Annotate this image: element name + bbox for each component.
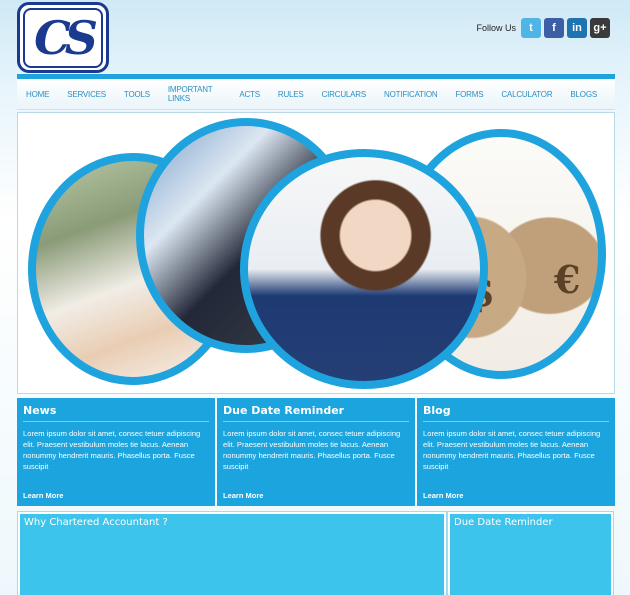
nav-item-rules[interactable]: RULES [278, 90, 304, 99]
blog-title: Blog [423, 404, 609, 422]
news-box: News Lorem ipsum dolor sit amet, consec … [17, 398, 215, 506]
nav-item-circulars[interactable]: CIRCULARS [322, 90, 367, 99]
nav-item-notification[interactable]: NOTIFICATION [384, 90, 438, 99]
blog-text: Lorem ipsum dolor sit amet, consec tetue… [423, 429, 601, 471]
nav-item-home[interactable]: HOME [26, 90, 49, 99]
blog-box: Blog Lorem ipsum dolor sit amet, consec … [417, 398, 615, 506]
due-date-reminder-title: Due Date Reminder [454, 517, 553, 528]
due-date-learn-more-link[interactable]: Learn More [223, 491, 263, 500]
info-boxes: News Lorem ipsum dolor sit amet, consec … [17, 398, 615, 506]
why-ca-title: Why Chartered Accountant ? [24, 517, 168, 528]
main-nav: HOME SERVICES TOOLS IMPORTANT LINKS ACTS… [17, 74, 615, 110]
social-follow: Follow Us t f in g+ [476, 18, 610, 38]
news-learn-more-link[interactable]: Learn More [23, 491, 63, 500]
blog-learn-more-link[interactable]: Learn More [423, 491, 463, 500]
news-title: News [23, 404, 209, 422]
twitter-icon[interactable]: t [521, 18, 541, 38]
due-date-text: Lorem ipsum dolor sit amet, consec tetue… [223, 429, 401, 471]
logo-text: CS [23, 7, 103, 68]
due-date-title: Due Date Reminder [223, 404, 409, 422]
site-logo[interactable]: CS [17, 2, 109, 73]
nav-item-forms[interactable]: FORMS [455, 90, 483, 99]
follow-label: Follow Us [476, 23, 516, 33]
euro-sign-icon: € [554, 257, 581, 302]
news-text: Lorem ipsum dolor sit amet, consec tetue… [23, 429, 201, 471]
banner-image-businesswoman [240, 149, 488, 389]
linkedin-icon[interactable]: in [567, 18, 587, 38]
due-date-box: Due Date Reminder Lorem ipsum dolor sit … [217, 398, 415, 506]
due-date-reminder-panel: Due Date Reminder [447, 511, 614, 595]
nav-item-tools[interactable]: TOOLS [124, 90, 150, 99]
nav-item-acts[interactable]: ACTS [239, 90, 260, 99]
nav-item-services[interactable]: SERVICES [67, 90, 106, 99]
why-ca-panel: Why Chartered Accountant ? [17, 511, 447, 595]
nav-item-blogs[interactable]: BLOGS [570, 90, 597, 99]
nav-item-calculator[interactable]: CALCULATOR [501, 90, 552, 99]
nav-item-important-links[interactable]: IMPORTANT LINKS [168, 85, 221, 103]
hero-banner: $ € [17, 112, 615, 394]
facebook-icon[interactable]: f [544, 18, 564, 38]
google-plus-icon[interactable]: g+ [590, 18, 610, 38]
